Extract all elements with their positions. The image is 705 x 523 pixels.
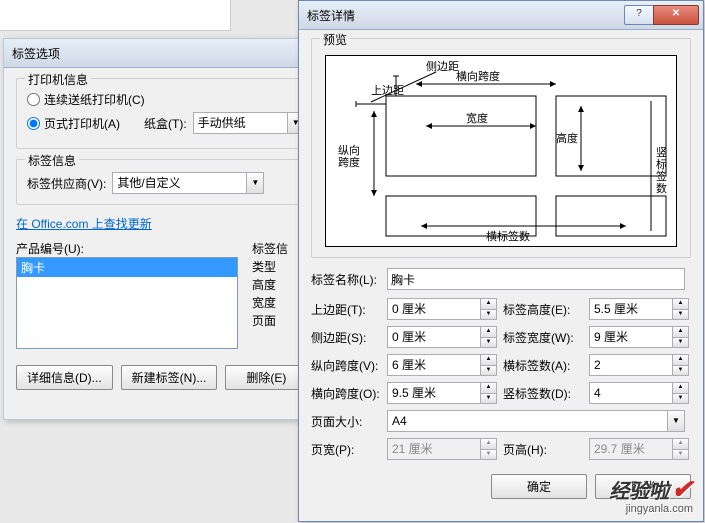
svg-text:横标签数: 横标签数	[486, 229, 530, 243]
svg-text:侧边距: 侧边距	[426, 60, 459, 73]
details-titlebar: 标签详情 ? ✕	[299, 1, 703, 30]
details-title: 标签详情	[307, 7, 355, 24]
v-count-input[interactable]: 4▲▼	[589, 382, 689, 404]
label-name-input[interactable]	[387, 268, 685, 290]
label-diagram: 侧边距 上边距 横向跨度 纵向跨度 宽度 高度 竖标签数 横标签数	[325, 55, 677, 247]
h-span-label: 横向跨度(O):	[311, 385, 381, 402]
tray-combo[interactable]: 手动供纸 ▼	[193, 112, 305, 134]
tray-label: 纸盒(T):	[144, 115, 187, 132]
vendor-combo[interactable]: 其他/自定义 ▼	[112, 172, 264, 194]
chevron-down-icon: ▼	[667, 411, 684, 431]
label-width-label: 标签宽度(W):	[503, 329, 583, 346]
page-height-input: 29.7 厘米▲▼	[589, 438, 689, 460]
product-number-label: 产品编号(U):	[16, 240, 238, 257]
label-width-input[interactable]: 9 厘米▲▼	[589, 326, 689, 348]
new-label-button[interactable]: 新建标签(N)...	[121, 365, 218, 390]
help-button[interactable]: ?	[624, 5, 654, 25]
preview-title: 预览	[320, 31, 350, 48]
label-info-title: 标签信息	[25, 152, 79, 169]
side-margin-input[interactable]: 0 厘米▲▼	[387, 326, 497, 348]
label-height-input[interactable]: 5.5 厘米▲▼	[589, 298, 689, 320]
v-count-label: 竖标签数(D):	[503, 385, 583, 402]
top-margin-label: 上边距(T):	[311, 301, 381, 318]
close-button[interactable]: ✕	[653, 5, 699, 25]
radio-continuous[interactable]: 连续送纸打印机(C)	[27, 91, 145, 108]
chevron-down-icon: ▼	[246, 173, 263, 193]
cancel-button[interactable]: 取消	[595, 474, 691, 499]
preview-group: 预览	[311, 38, 691, 258]
delete-button[interactable]: 删除(E)	[225, 365, 307, 390]
product-listbox[interactable]: 胸卡	[16, 257, 238, 349]
details-button[interactable]: 详细信息(D)...	[16, 365, 113, 390]
printer-info-title: 打印机信息	[25, 71, 91, 88]
list-item[interactable]: 胸卡	[17, 258, 237, 277]
v-span-label: 纵向跨度(V):	[311, 357, 381, 374]
label-name-label: 标签名称(L):	[311, 271, 381, 288]
label-height-label: 标签高度(E):	[503, 301, 583, 318]
h-count-input[interactable]: 2▲▼	[589, 354, 689, 376]
h-span-input[interactable]: 9.5 厘米▲▼	[387, 382, 497, 404]
page-height-label: 页高(H):	[503, 441, 583, 458]
page-width-input: 21 厘米▲▼	[387, 438, 497, 460]
radio-page[interactable]: 页式打印机(A)	[27, 115, 120, 132]
page-size-label: 页面大小:	[311, 413, 381, 430]
svg-text:竖标签数: 竖标签数	[656, 146, 667, 195]
svg-text:横向跨度: 横向跨度	[456, 69, 500, 83]
svg-text:高度: 高度	[556, 131, 578, 145]
options-title: 标签选项	[12, 45, 60, 62]
top-margin-input[interactable]: 0 厘米▲▼	[387, 298, 497, 320]
ok-button[interactable]: 确定	[491, 474, 587, 499]
side-margin-label: 侧边距(S):	[311, 329, 381, 346]
label-info-panel: 标签信 类型 高度 宽度 页面	[252, 240, 288, 349]
v-span-input[interactable]: 6 厘米▲▼	[387, 354, 497, 376]
svg-text:宽度: 宽度	[466, 111, 488, 125]
page-width-label: 页宽(P):	[311, 441, 381, 458]
vendor-label: 标签供应商(V):	[27, 175, 106, 192]
label-details-dialog: 标签详情 ? ✕ 预览	[298, 0, 704, 522]
office-update-link[interactable]: 在 Office.com 上查找更新	[16, 217, 152, 231]
page-size-combo[interactable]: A4 ▼	[387, 410, 685, 432]
svg-text:上边距: 上边距	[371, 84, 404, 97]
svg-text:纵向跨度: 纵向跨度	[338, 143, 360, 169]
h-count-label: 横标签数(A):	[503, 357, 583, 374]
